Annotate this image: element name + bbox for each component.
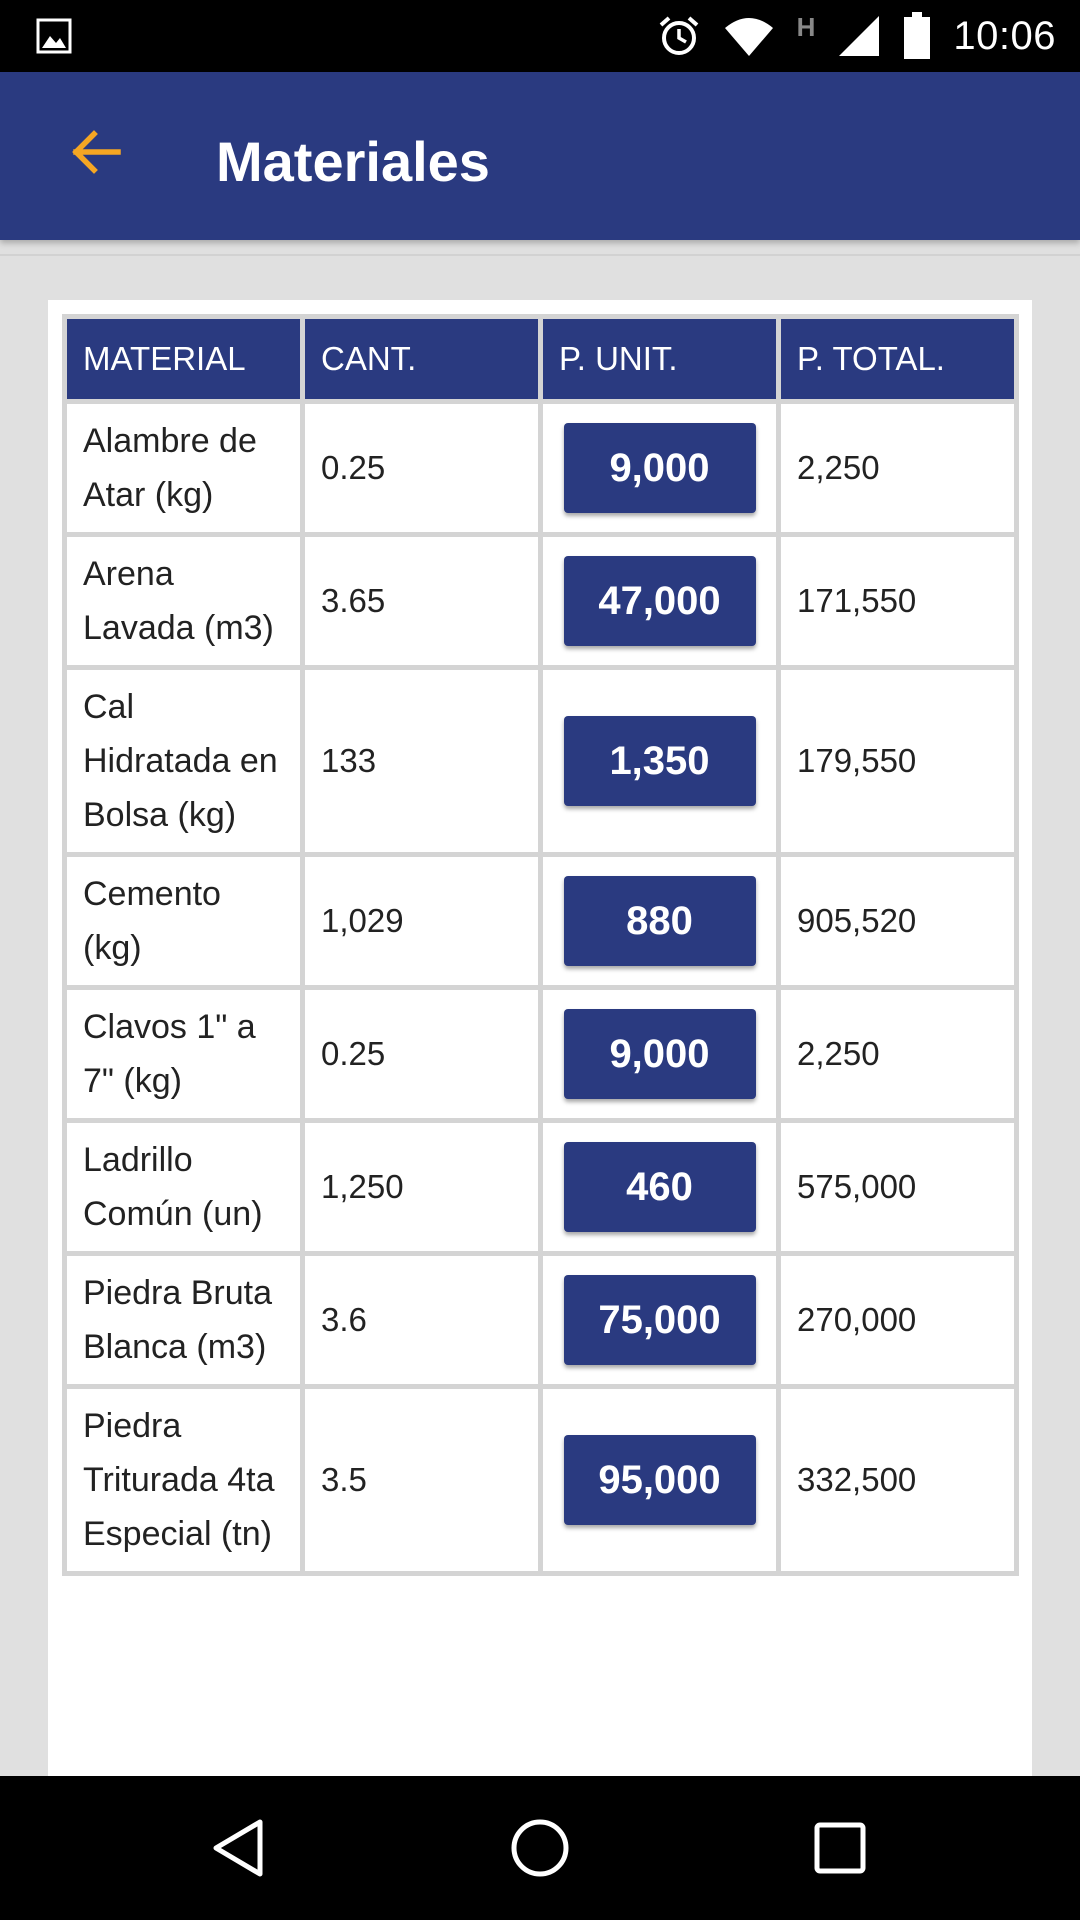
material-name: Ladrillo Común (un) xyxy=(67,1123,300,1251)
materials-card: MATERIAL CANT. P. UNIT. P. TOTAL. Alambr… xyxy=(48,300,1032,1776)
material-qty: 3.5 xyxy=(305,1389,538,1571)
header-total-price: P. TOTAL. xyxy=(781,319,1014,399)
material-name: Cal Hidratada en Bolsa (kg) xyxy=(67,670,300,852)
recents-square-icon[interactable] xyxy=(808,1816,872,1880)
header-unit-price: P. UNIT. xyxy=(543,319,776,399)
wifi-icon xyxy=(724,18,773,56)
unit-price-button[interactable]: 9,000 xyxy=(563,1009,756,1099)
table-header-row: MATERIAL CANT. P. UNIT. P. TOTAL. xyxy=(67,319,1014,399)
material-total: 179,550 xyxy=(781,670,1014,852)
table-row: Alambre de Atar (kg) 0.25 9,000 2,250 xyxy=(67,404,1014,532)
material-total: 332,500 xyxy=(781,1389,1014,1571)
material-name: Arena Lavada (m3) xyxy=(67,537,300,665)
material-qty: 3.6 xyxy=(305,1256,538,1384)
header-qty: CANT. xyxy=(305,319,538,399)
material-total: 905,520 xyxy=(781,857,1014,985)
page-title: Materiales xyxy=(216,130,490,193)
table-row: Clavos 1" a 7" (kg) 0.25 9,000 2,250 xyxy=(67,990,1014,1118)
divider xyxy=(0,254,1080,256)
status-bar: H 10:06 xyxy=(0,0,1080,72)
clock: 10:06 xyxy=(953,13,1056,58)
table-row: Arena Lavada (m3) 3.65 47,000 171,550 xyxy=(67,537,1014,665)
material-qty: 0.25 xyxy=(305,404,538,532)
material-total: 270,000 xyxy=(781,1256,1014,1384)
app-bar: Materiales xyxy=(0,72,1080,240)
battery-icon xyxy=(904,12,931,59)
material-total: 2,250 xyxy=(781,404,1014,532)
table-row: Piedra Bruta Blanca (m3) 3.6 75,000 270,… xyxy=(67,1256,1014,1384)
network-type-label: H xyxy=(796,11,816,42)
material-qty: 1,250 xyxy=(305,1123,538,1251)
material-qty: 0.25 xyxy=(305,990,538,1118)
alarm-icon xyxy=(659,16,698,55)
material-total: 171,550 xyxy=(781,537,1014,665)
unit-price-button[interactable]: 9,000 xyxy=(563,423,756,513)
material-qty: 3.65 xyxy=(305,537,538,665)
signal-icon xyxy=(839,16,880,56)
header-material: MATERIAL xyxy=(67,319,300,399)
unit-price-button[interactable]: 75,000 xyxy=(563,1275,756,1365)
material-name: Clavos 1" a 7" (kg) xyxy=(67,990,300,1118)
material-name: Piedra Triturada 4ta Especial (tn) xyxy=(67,1389,300,1571)
content-area[interactable]: MATERIAL CANT. P. UNIT. P. TOTAL. Alambr… xyxy=(0,240,1080,1776)
material-name: Piedra Bruta Blanca (m3) xyxy=(67,1256,300,1384)
unit-price-button[interactable]: 95,000 xyxy=(563,1435,756,1525)
back-triangle-icon[interactable] xyxy=(208,1816,272,1880)
table-row: Ladrillo Común (un) 1,250 460 575,000 xyxy=(67,1123,1014,1251)
material-name: Alambre de Atar (kg) xyxy=(67,404,300,532)
image-icon xyxy=(36,18,72,54)
material-total: 2,250 xyxy=(781,990,1014,1118)
navigation-bar xyxy=(0,1776,1080,1920)
unit-price-button[interactable]: 47,000 xyxy=(563,556,756,646)
table-row: Cemento (kg) 1,029 880 905,520 xyxy=(67,857,1014,985)
unit-price-button[interactable]: 880 xyxy=(563,876,756,966)
material-total: 575,000 xyxy=(781,1123,1014,1251)
unit-price-button[interactable]: 1,350 xyxy=(563,716,756,806)
material-qty: 1,029 xyxy=(305,857,538,985)
unit-price-button[interactable]: 460 xyxy=(563,1142,756,1232)
material-qty: 133 xyxy=(305,670,538,852)
table-row: Cal Hidratada en Bolsa (kg) 133 1,350 17… xyxy=(67,670,1014,852)
arrow-back-icon[interactable] xyxy=(68,124,124,180)
material-name: Cemento (kg) xyxy=(67,857,300,985)
table-row: Piedra Triturada 4ta Especial (tn) 3.5 9… xyxy=(67,1389,1014,1571)
status-icons: H 10:06 xyxy=(657,0,1056,72)
materials-table: MATERIAL CANT. P. UNIT. P. TOTAL. Alambr… xyxy=(62,314,1019,1576)
home-circle-icon[interactable] xyxy=(508,1816,572,1880)
